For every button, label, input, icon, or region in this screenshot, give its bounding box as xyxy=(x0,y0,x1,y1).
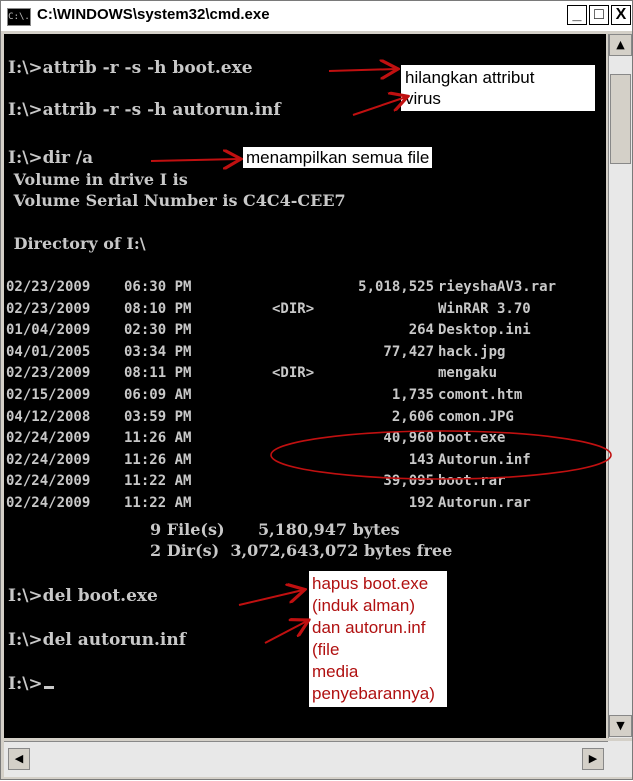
entry-time: 06:09 AM xyxy=(124,387,192,403)
scroll-up-icon[interactable]: ▲ xyxy=(609,34,632,56)
annotation-text: hapus boot.exe xyxy=(312,574,429,593)
command-line: I:\>dir /a xyxy=(8,148,94,168)
entry-dir: <DIR> xyxy=(272,300,315,317)
entry-date: 02/24/2009 xyxy=(6,451,91,468)
entry-size: 2,606 xyxy=(391,408,434,425)
close-button[interactable]: X xyxy=(611,5,631,25)
entry-size: 264 xyxy=(408,322,434,339)
cmd-icon[interactable]: C:\. xyxy=(7,8,31,26)
entry-time: 11:26 AM xyxy=(124,430,192,447)
entry-name: Autorun.rar xyxy=(438,495,531,511)
entry-time: 03:34 PM xyxy=(124,343,192,360)
serial-line: Volume Serial Number is C4C4-CEE7 xyxy=(8,191,346,210)
scroll-down-icon[interactable]: ▼ xyxy=(609,715,632,737)
scroll-thumb[interactable] xyxy=(610,74,631,164)
entry-date: 02/23/2009 xyxy=(6,279,91,295)
entry-time: 08:10 PM xyxy=(124,300,192,317)
entry-time: 03:59 PM xyxy=(124,408,192,425)
text-cursor xyxy=(43,686,54,689)
vertical-scrollbar[interactable]: ▲ ▼ xyxy=(608,34,632,738)
annotation-text: penyebarannya) xyxy=(312,684,435,703)
prompt-line: I:\> xyxy=(8,674,54,694)
entry-name: boot.rar xyxy=(438,473,506,490)
maximize-button[interactable]: □ xyxy=(589,5,609,25)
horizontal-scrollbar[interactable]: ◀ ▶ xyxy=(4,741,608,777)
entry-date: 02/24/2009 xyxy=(6,473,91,490)
annotation-text: virus xyxy=(405,89,441,108)
entry-name: comont.htm xyxy=(438,387,523,403)
window-title: C:\WINDOWS\system32\cmd.exe xyxy=(37,6,270,23)
volume-line: Volume in drive I is xyxy=(8,170,188,189)
entry-time: 11:22 AM xyxy=(124,473,192,490)
entry-size: 40,960 xyxy=(383,430,434,447)
entry-date: 04/01/2005 xyxy=(6,343,91,360)
annotation-text: (file xyxy=(312,640,340,659)
annotation-dir: menampilkan semua file xyxy=(243,147,433,168)
entry-size: 143 xyxy=(408,451,434,468)
summary-files: 9 File(s) 5,180,947 bytes xyxy=(150,520,400,539)
entry-name: Autorun.inf xyxy=(438,451,531,468)
annotation-text: dan autorun.inf xyxy=(312,618,426,637)
annotation-text: media xyxy=(312,662,359,681)
annotation-text: hilangkan attribut xyxy=(405,68,535,87)
entry-time: 02:30 PM xyxy=(124,322,192,339)
entry-dir: <DIR> xyxy=(272,365,315,382)
prompt: I:\> xyxy=(8,674,43,694)
entry-name: WinRAR 3.70 xyxy=(438,300,531,317)
scroll-right-icon[interactable]: ▶ xyxy=(582,748,604,770)
entry-size: 192 xyxy=(408,495,434,511)
entry-name: hack.jpg xyxy=(438,343,506,360)
annotation-del: hapus boot.exe (induk alman) dan autorun… xyxy=(309,571,447,707)
entry-size: 5,018,525 xyxy=(358,279,434,295)
entry-time: 11:26 AM xyxy=(124,451,192,468)
entry-name: comon.JPG xyxy=(438,408,514,425)
entry-size: 39,095 xyxy=(383,473,434,490)
resize-grip-icon[interactable] xyxy=(608,741,632,777)
entry-date: 02/23/2009 xyxy=(6,300,91,317)
entry-date: 02/24/2009 xyxy=(6,495,91,511)
entry-date: 02/15/2009 xyxy=(6,387,91,403)
console-output[interactable]: I:\>attrib -r -s -h boot.exe I:\>attrib … xyxy=(4,34,606,738)
entry-time: 11:22 AM xyxy=(124,495,192,511)
entry-time: 08:11 PM xyxy=(124,365,192,382)
entry-size: 77,427 xyxy=(383,343,434,360)
entry-name: boot.exe xyxy=(438,430,506,447)
entry-name: rieyshaAV3.rar xyxy=(438,279,557,295)
command-line: I:\>del boot.exe xyxy=(8,586,158,606)
title-bar[interactable]: C:\. C:\WINDOWS\system32\cmd.exe _ □ X xyxy=(1,1,632,31)
directory-line: Directory of I:\ xyxy=(8,234,146,253)
command-line: I:\>del autorun.inf xyxy=(8,630,187,650)
scroll-left-icon[interactable]: ◀ xyxy=(8,748,30,770)
cmd-window: C:\. C:\WINDOWS\system32\cmd.exe _ □ X I… xyxy=(0,0,633,780)
entry-date: 02/23/2009 xyxy=(6,365,91,382)
minimize-button[interactable]: _ xyxy=(567,5,587,25)
command-line: I:\>attrib -r -s -h boot.exe xyxy=(8,58,253,78)
entry-time: 06:30 PM xyxy=(124,279,192,295)
entry-size: 1,735 xyxy=(391,387,434,403)
entry-name: mengaku xyxy=(438,365,498,382)
entry-date: 04/12/2008 xyxy=(6,408,91,425)
command-line: I:\>attrib -r -s -h autorun.inf xyxy=(8,100,281,120)
entry-date: 02/24/2009 xyxy=(6,430,91,447)
annotation-text: (induk alman) xyxy=(312,596,415,615)
entry-name: Desktop.ini xyxy=(438,322,531,339)
annotation-attrib: hilangkan attribut virus xyxy=(401,65,595,111)
entry-date: 01/04/2009 xyxy=(6,322,91,339)
summary-dirs: 2 Dir(s) 3,072,643,072 bytes free xyxy=(150,541,453,560)
